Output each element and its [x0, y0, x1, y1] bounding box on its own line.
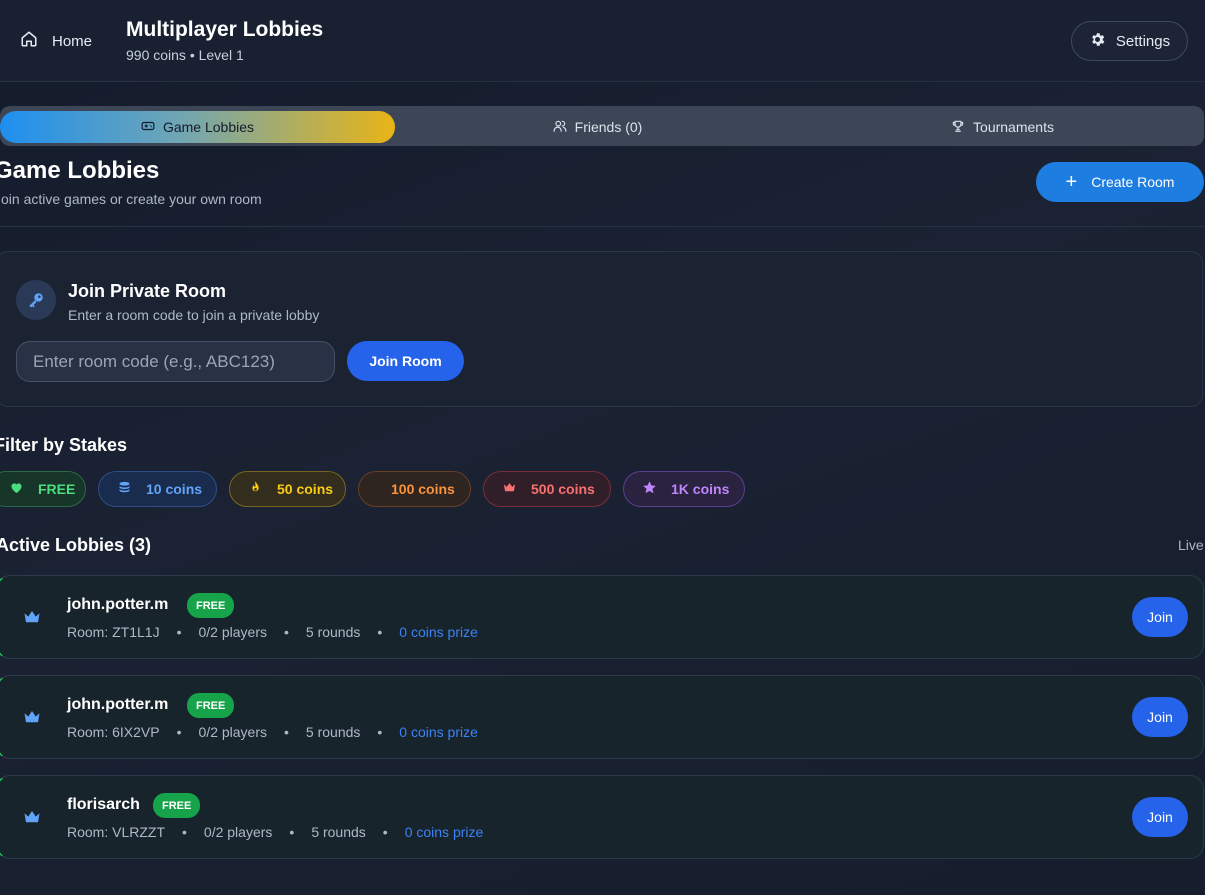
crown-icon	[24, 811, 40, 823]
gear-icon	[1089, 31, 1106, 52]
join-lobby-button[interactable]: Join	[1132, 597, 1188, 637]
room-code: Room: ZT1L1J	[67, 624, 160, 640]
lobby-host-name: florisarch	[67, 796, 140, 813]
divider	[0, 226, 1205, 227]
home-button[interactable]: Home	[20, 28, 92, 54]
stake-chip-free[interactable]: FREE	[0, 471, 86, 507]
lobby-host-name: john.potter.m	[67, 696, 169, 713]
round-count: 5 rounds	[311, 824, 366, 840]
crown-icon	[24, 711, 40, 723]
chip-label: 500 coins	[531, 481, 595, 497]
section-subtitle: Join active games or create your own roo…	[0, 191, 262, 207]
title-block: Multiplayer Lobbies 990 coins • Level 1	[126, 18, 323, 63]
lobby-card: florisarch FREE Room: VLRZZT • 0/2 playe…	[0, 775, 1204, 859]
tab-label: Friends (0)	[574, 119, 643, 135]
key-icon	[16, 280, 56, 320]
join-lobby-button[interactable]: Join	[1132, 697, 1188, 737]
join-room-button[interactable]: Join Room	[347, 341, 464, 381]
flame-icon	[248, 480, 263, 498]
stake-badge: FREE	[187, 693, 235, 718]
room-code: Room: 6IX2VP	[67, 724, 160, 740]
plus-icon: +	[1065, 171, 1078, 193]
tab-label: Game Lobbies	[162, 119, 255, 135]
chip-label: 100 coins	[391, 481, 455, 497]
lobby-host-name: john.potter.m	[67, 596, 169, 613]
private-room-card: Join Private Room Enter a room code to j…	[0, 251, 1203, 407]
room-code: Room: VLRZZT	[67, 824, 166, 840]
chip-label: 1K coins	[671, 481, 730, 497]
prize-amount: 0 coins prize	[399, 624, 478, 640]
stake-chip-10[interactable]: 10 coins	[98, 471, 217, 507]
settings-label: Settings	[1115, 32, 1171, 50]
separator-dot: •	[382, 824, 388, 840]
tab-tournaments[interactable]: Tournaments	[805, 111, 1200, 143]
separator-dot: •	[284, 724, 289, 740]
section-title: Game Lobbies	[0, 157, 160, 184]
separator-dot: •	[377, 624, 383, 640]
coins-icon	[117, 480, 132, 498]
crown-icon	[502, 480, 517, 498]
round-count: 5 rounds	[305, 724, 361, 740]
lobby-tabs: Game Lobbies Friends (0) Tournaments	[0, 106, 1204, 146]
lobby-card: john.potter.m FREE Room: ZT1L1J • 0/2 pl…	[0, 575, 1204, 659]
chip-label: 50 coins	[277, 481, 334, 497]
home-label: Home	[52, 32, 93, 50]
users-icon	[553, 119, 567, 136]
chip-label: FREE	[38, 481, 76, 497]
lobby-details: Room: ZT1L1J • 0/2 players • 5 rounds • …	[67, 624, 478, 640]
round-count: 5 rounds	[305, 624, 361, 640]
private-room-title: Join Private Room	[68, 281, 227, 301]
star-icon	[642, 480, 657, 498]
player-count: 0/2 players	[198, 724, 267, 740]
create-room-button[interactable]: + Create Room	[1036, 162, 1204, 202]
active-lobbies-title: Active Lobbies (3)	[0, 535, 152, 555]
separator-dot: •	[176, 624, 182, 640]
stake-chip-100[interactable]: 100 coins	[358, 471, 471, 507]
stake-badge: FREE	[153, 793, 201, 818]
heart-icon	[9, 480, 24, 498]
stake-chip-1k[interactable]: 1K coins	[623, 471, 745, 507]
tab-friends[interactable]: Friends (0)	[400, 111, 795, 143]
separator-dot: •	[176, 724, 182, 740]
private-room-description: Enter a room code to join a private lobb…	[68, 307, 320, 323]
separator-dot: •	[377, 724, 383, 740]
stake-chip-50[interactable]: 50 coins	[229, 471, 346, 507]
lobby-details: Room: 6IX2VP • 0/2 players • 5 rounds • …	[67, 724, 478, 740]
lobby-card: john.potter.m FREE Room: 6IX2VP • 0/2 pl…	[0, 675, 1204, 759]
filter-title: Filter by Stakes	[0, 435, 128, 455]
stake-badge: FREE	[187, 593, 235, 618]
stake-chip-500[interactable]: 500 coins	[483, 471, 611, 507]
home-icon	[20, 30, 38, 52]
separator-dot: •	[182, 824, 187, 840]
trophy-icon	[951, 119, 965, 136]
room-code-input[interactable]	[16, 341, 335, 382]
lobby-details: Room: VLRZZT • 0/2 players • 5 rounds • …	[67, 824, 483, 840]
separator-dot: •	[289, 824, 295, 840]
separator-dot: •	[283, 624, 289, 640]
prize-amount: 0 coins prize	[404, 824, 484, 840]
join-lobby-button[interactable]: Join	[1132, 797, 1188, 837]
chip-label: 10 coins	[146, 481, 203, 497]
create-room-label: Create Room	[1091, 174, 1175, 190]
player-count: 0/2 players	[203, 824, 273, 840]
crown-icon	[24, 611, 40, 623]
tab-game-lobbies[interactable]: Game Lobbies	[0, 111, 395, 143]
player-stats: 990 coins • Level 1	[126, 47, 244, 63]
page-title: Multiplayer Lobbies	[126, 18, 324, 41]
prize-amount: 0 coins prize	[399, 724, 478, 740]
gamepad-icon	[141, 119, 155, 136]
player-count: 0/2 players	[198, 624, 267, 640]
top-header: Home Multiplayer Lobbies 990 coins • Lev…	[0, 0, 1205, 82]
live-indicator: Live	[1178, 537, 1204, 553]
tab-label: Tournaments	[973, 119, 1054, 135]
settings-button[interactable]: Settings	[1071, 21, 1188, 61]
